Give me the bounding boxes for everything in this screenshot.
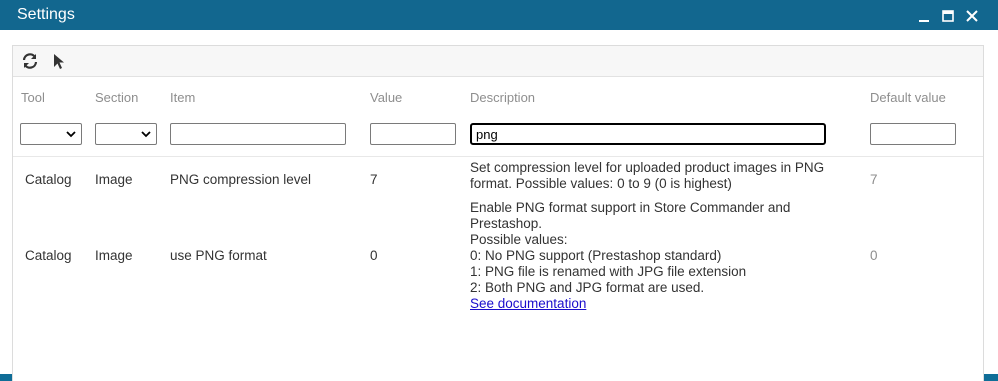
description-line: 2: Both PNG and JPG format are used. [470,280,705,295]
cell-default-value: 7 [870,172,878,187]
maximize-button[interactable] [936,6,960,26]
column-header-default-value[interactable]: Default value [870,90,946,105]
cell-tool: Catalog [25,172,72,187]
tool-filter-select[interactable] [20,123,82,145]
table-row[interactable]: Catalog Image PNG compression level 7 Se… [13,160,983,198]
refresh-icon[interactable] [21,52,39,70]
cell-value: 7 [370,172,378,187]
cell-item: use PNG format [170,248,267,263]
window-controls [912,6,984,26]
column-header-description[interactable]: Description [470,90,535,105]
item-filter-input[interactable] [170,123,346,145]
cell-section: Image [95,172,133,187]
filter-row [13,123,983,147]
description-line: format. Possible values: 0 to 9 (0 is hi… [470,176,732,191]
close-button[interactable] [960,6,984,26]
column-header-value[interactable]: Value [370,90,402,105]
minimize-button[interactable] [912,6,936,26]
default-value-filter-input[interactable] [870,123,956,145]
chevron-down-icon [66,131,76,138]
description-line: Prestashop. [470,216,543,231]
description-line: Enable PNG format support in Store Comma… [470,200,791,215]
minimize-icon [919,20,929,22]
cell-description: Set compression level for uploaded produ… [470,160,824,192]
maximize-icon [942,10,954,22]
window-title: Settings [17,6,75,23]
description-line: 1: PNG file is renamed with JPG file ext… [470,264,747,279]
description-line: Set compression level for uploaded produ… [470,160,825,175]
toolbar [13,46,983,77]
column-header-tool[interactable]: Tool [21,90,45,105]
value-filter-input[interactable] [370,123,456,145]
cell-section: Image [95,248,133,263]
see-documentation-link[interactable]: See documentation [470,296,586,311]
section-filter-select[interactable] [95,123,157,145]
table-row[interactable]: Catalog Image use PNG format 0 Enable PN… [13,200,983,314]
cell-default-value: 0 [870,248,878,263]
cell-description: Enable PNG format support in Store Comma… [470,200,790,312]
header-divider [13,156,983,157]
settings-grid: Tool Section Item Value Description Defa… [12,45,984,381]
column-header-item[interactable]: Item [170,90,195,105]
cell-item: PNG compression level [170,172,312,187]
close-icon [966,10,978,22]
description-line: 0: No PNG support (Prestashop standard) [470,248,722,263]
cursor-icon[interactable] [50,52,68,70]
window-titlebar: Settings [0,0,998,30]
description-filter-input[interactable] [470,123,826,145]
cell-tool: Catalog [25,248,72,263]
chevron-down-icon [141,131,151,138]
column-header-section[interactable]: Section [95,90,138,105]
cell-value: 0 [370,248,378,263]
description-line: Possible values: [470,232,568,247]
settings-panel: Tool Section Item Value Description Defa… [0,30,998,381]
